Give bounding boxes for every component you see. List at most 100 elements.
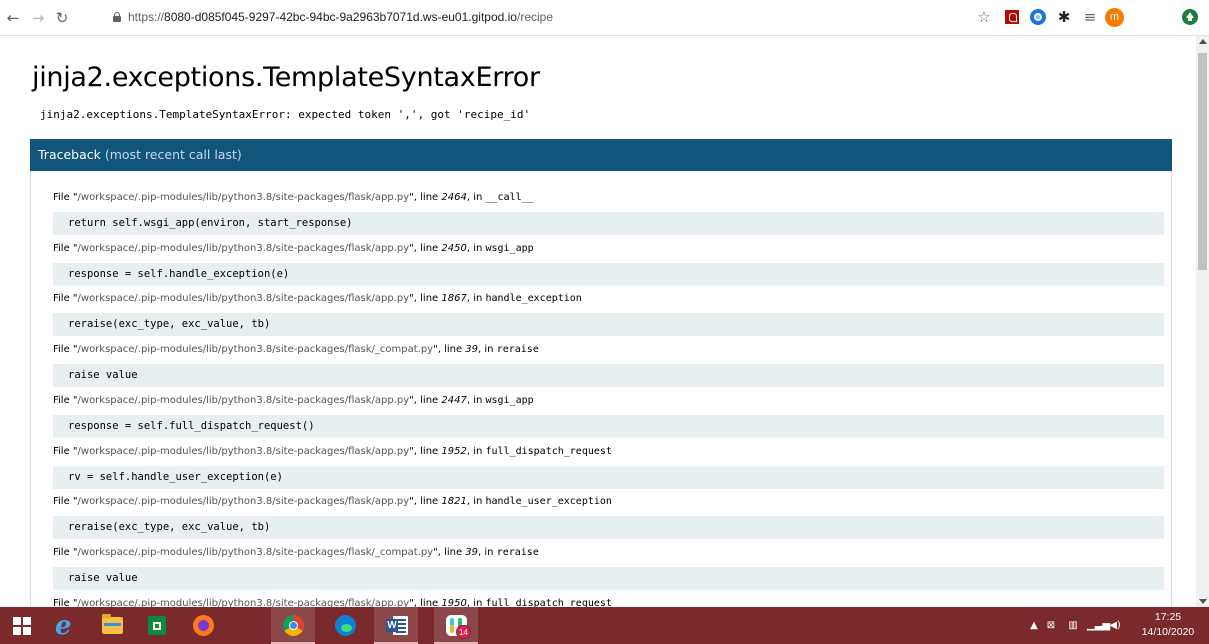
lock-icon[interactable] [113,12,121,22]
page-scrollbar[interactable] [1196,36,1209,607]
extensions-puzzle-icon[interactable]: ✱ [1055,8,1073,26]
url-text[interactable]: https://8080-d085f045-9297-42bc-94bc-9a2… [128,10,553,24]
frame-file-line: File "/workspace/.pip-modules/lib/python… [53,293,582,305]
taskbar-file-explorer[interactable] [90,607,134,644]
frame-file-line: File "/workspace/.pip-modules/lib/python… [53,546,539,558]
frame-in-label: in [473,293,483,305]
traceback-frame: File "/workspace/.pip-modules/lib/python… [53,594,1164,607]
taskbar-edge[interactable] [323,607,367,644]
word-icon: W [386,616,408,635]
frame-file-label: File [53,293,70,305]
frame-file-line: File "/workspace/.pip-modules/lib/python… [53,496,612,508]
acrobat-extension-icon[interactable] [1005,10,1019,24]
windows-taskbar: e W 14 ▲ ⊠ ▥ ▁▃▅ ◀) 17:25 14/10/2020 [0,607,1209,644]
start-button[interactable] [0,607,44,644]
frame-function-name: handle_exception [485,293,582,305]
traceback-heading: Traceback [38,147,101,162]
profile-avatar[interactable]: m [1105,8,1124,27]
windows-logo-icon [13,617,31,635]
taskbar-word[interactable]: W [374,607,418,644]
frame-source-code[interactable]: reraise(exc_type, exc_value, tb) [53,313,1164,337]
taskbar-microsoft-store[interactable] [135,607,179,644]
frame-in-label: in [473,242,483,254]
browser-toolbar: ← → ↻ https://8080-d085f045-9297-42bc-94… [0,0,1209,36]
traceback-header: Traceback (most recent call last) [30,139,1172,171]
clock-time: 17:25 [1154,611,1182,623]
reload-icon[interactable]: ↻ [53,9,71,27]
frame-file-line: File "/workspace/.pip-modules/lib/python… [53,445,612,457]
frame-file-label: File [53,192,70,203]
store-bag-icon [148,616,166,635]
taskbar-internet-explorer[interactable]: e [44,607,88,644]
network-icon[interactable]: ⊠ [1044,607,1058,644]
taskbar-chrome[interactable] [271,607,315,644]
frame-line-label: line [420,496,439,508]
taskbar-slack[interactable]: 14 [434,607,478,644]
frame-source-code[interactable]: return self.wsgi_app(environ, start_resp… [53,212,1164,235]
error-title: jinja2.exceptions.TemplateSyntaxError [32,62,540,93]
back-arrow-icon[interactable]: ← [4,9,22,27]
frame-file-line: File "/workspace/.pip-modules/lib/python… [53,597,612,607]
traceback-frame: File "/workspace/.pip-modules/lib/python… [53,239,1164,286]
frame-in-label: in [484,344,494,356]
frame-line-label: line [420,445,439,457]
frame-source-code[interactable]: response = self.handle_exception(e) [53,262,1164,286]
frame-line-label: line [420,293,439,305]
frame-line-number: 2447 [441,394,467,406]
scroll-up-arrow-icon[interactable] [1199,39,1207,44]
scroll-down-arrow-icon[interactable] [1199,599,1207,604]
frame-source-code[interactable]: response = self.full_dispatch_request() [53,414,1164,438]
traceback-frame: File "/workspace/.pip-modules/lib/python… [53,391,1164,438]
frame-line-number: 1950 [441,597,467,607]
meet-now-icon[interactable]: ▥ [1065,607,1081,644]
address-bar[interactable]: https://8080-d085f045-9297-42bc-94bc-9a2… [103,5,948,31]
frame-file-label: File [53,445,70,457]
traceback-frame: File "/workspace/.pip-modules/lib/python… [53,188,1164,235]
frame-line-label: line [444,344,463,356]
clock-date: 14/10/2020 [1141,626,1195,638]
frame-source-code[interactable]: rv = self.handle_user_exception(e) [53,465,1164,489]
reading-list-icon[interactable]: ≡ [1081,8,1099,26]
extension-icon[interactable] [1030,9,1046,25]
frame-function-name: full_dispatch_request [485,597,612,607]
frame-in-label: in [473,394,483,406]
edge-icon [335,615,356,636]
frame-file-line: File "/workspace/.pip-modules/lib/python… [53,394,534,406]
traceback-frame: File "/workspace/.pip-modules/lib/python… [53,492,1164,540]
frame-file-path: /workspace/.pip-modules/lib/python3.8/si… [77,496,410,508]
traceback-frame: File "/workspace/.pip-modules/lib/python… [53,289,1164,337]
frame-file-path: /workspace/.pip-modules/lib/python3.8/si… [77,242,410,254]
taskbar-firefox[interactable] [181,607,225,644]
forward-arrow-icon[interactable]: → [29,9,47,27]
frame-source-code[interactable]: reraise(exc_type, exc_value, tb) [53,516,1164,540]
frame-file-label: File [53,394,70,406]
frame-function-name: wsgi_app [485,242,534,254]
traceback-frames: File "/workspace/.pip-modules/lib/python… [30,171,1172,607]
frame-file-path: /workspace/.pip-modules/lib/python3.8/si… [77,293,410,305]
frame-file-label: File [53,242,70,254]
system-clock[interactable]: 17:25 14/10/2020 [1130,610,1206,640]
frame-line-number: 2450 [441,242,467,254]
frame-file-label: File [53,597,70,607]
update-icon[interactable] [1182,9,1198,25]
frame-line-number: 1867 [441,293,467,305]
frame-function-name: wsgi_app [485,394,534,406]
frame-line-number: 39 [465,344,479,356]
page-content: jinja2.exceptions.TemplateSyntaxError ji… [0,36,1196,607]
bookmark-star-icon[interactable]: ☆ [975,8,993,26]
traceback-subheading: (most recent call last) [104,147,242,162]
frame-file-line: File "/workspace/.pip-modules/lib/python… [53,192,534,203]
show-hidden-icons-chevron-icon[interactable]: ▲ [1028,607,1040,644]
traceback-frame: File "/workspace/.pip-modules/lib/python… [53,543,1164,590]
frame-source-code[interactable]: raise value [53,364,1164,388]
frame-source-code[interactable]: raise value [53,566,1164,590]
scroll-thumb[interactable] [1198,53,1207,270]
slack-notification-badge: 14 [456,625,471,639]
frame-line-number: 1952 [441,445,467,457]
url-host: 8080-d085f045-9297-42bc-94bc-9a2963b7071… [164,10,517,24]
folder-icon [102,614,123,634]
signal-strength-icon[interactable]: ▁▃▅ [1087,607,1110,644]
url-path: /recipe [516,10,554,24]
frame-in-label: in [484,546,494,558]
volume-icon[interactable]: ◀) [1107,607,1123,644]
